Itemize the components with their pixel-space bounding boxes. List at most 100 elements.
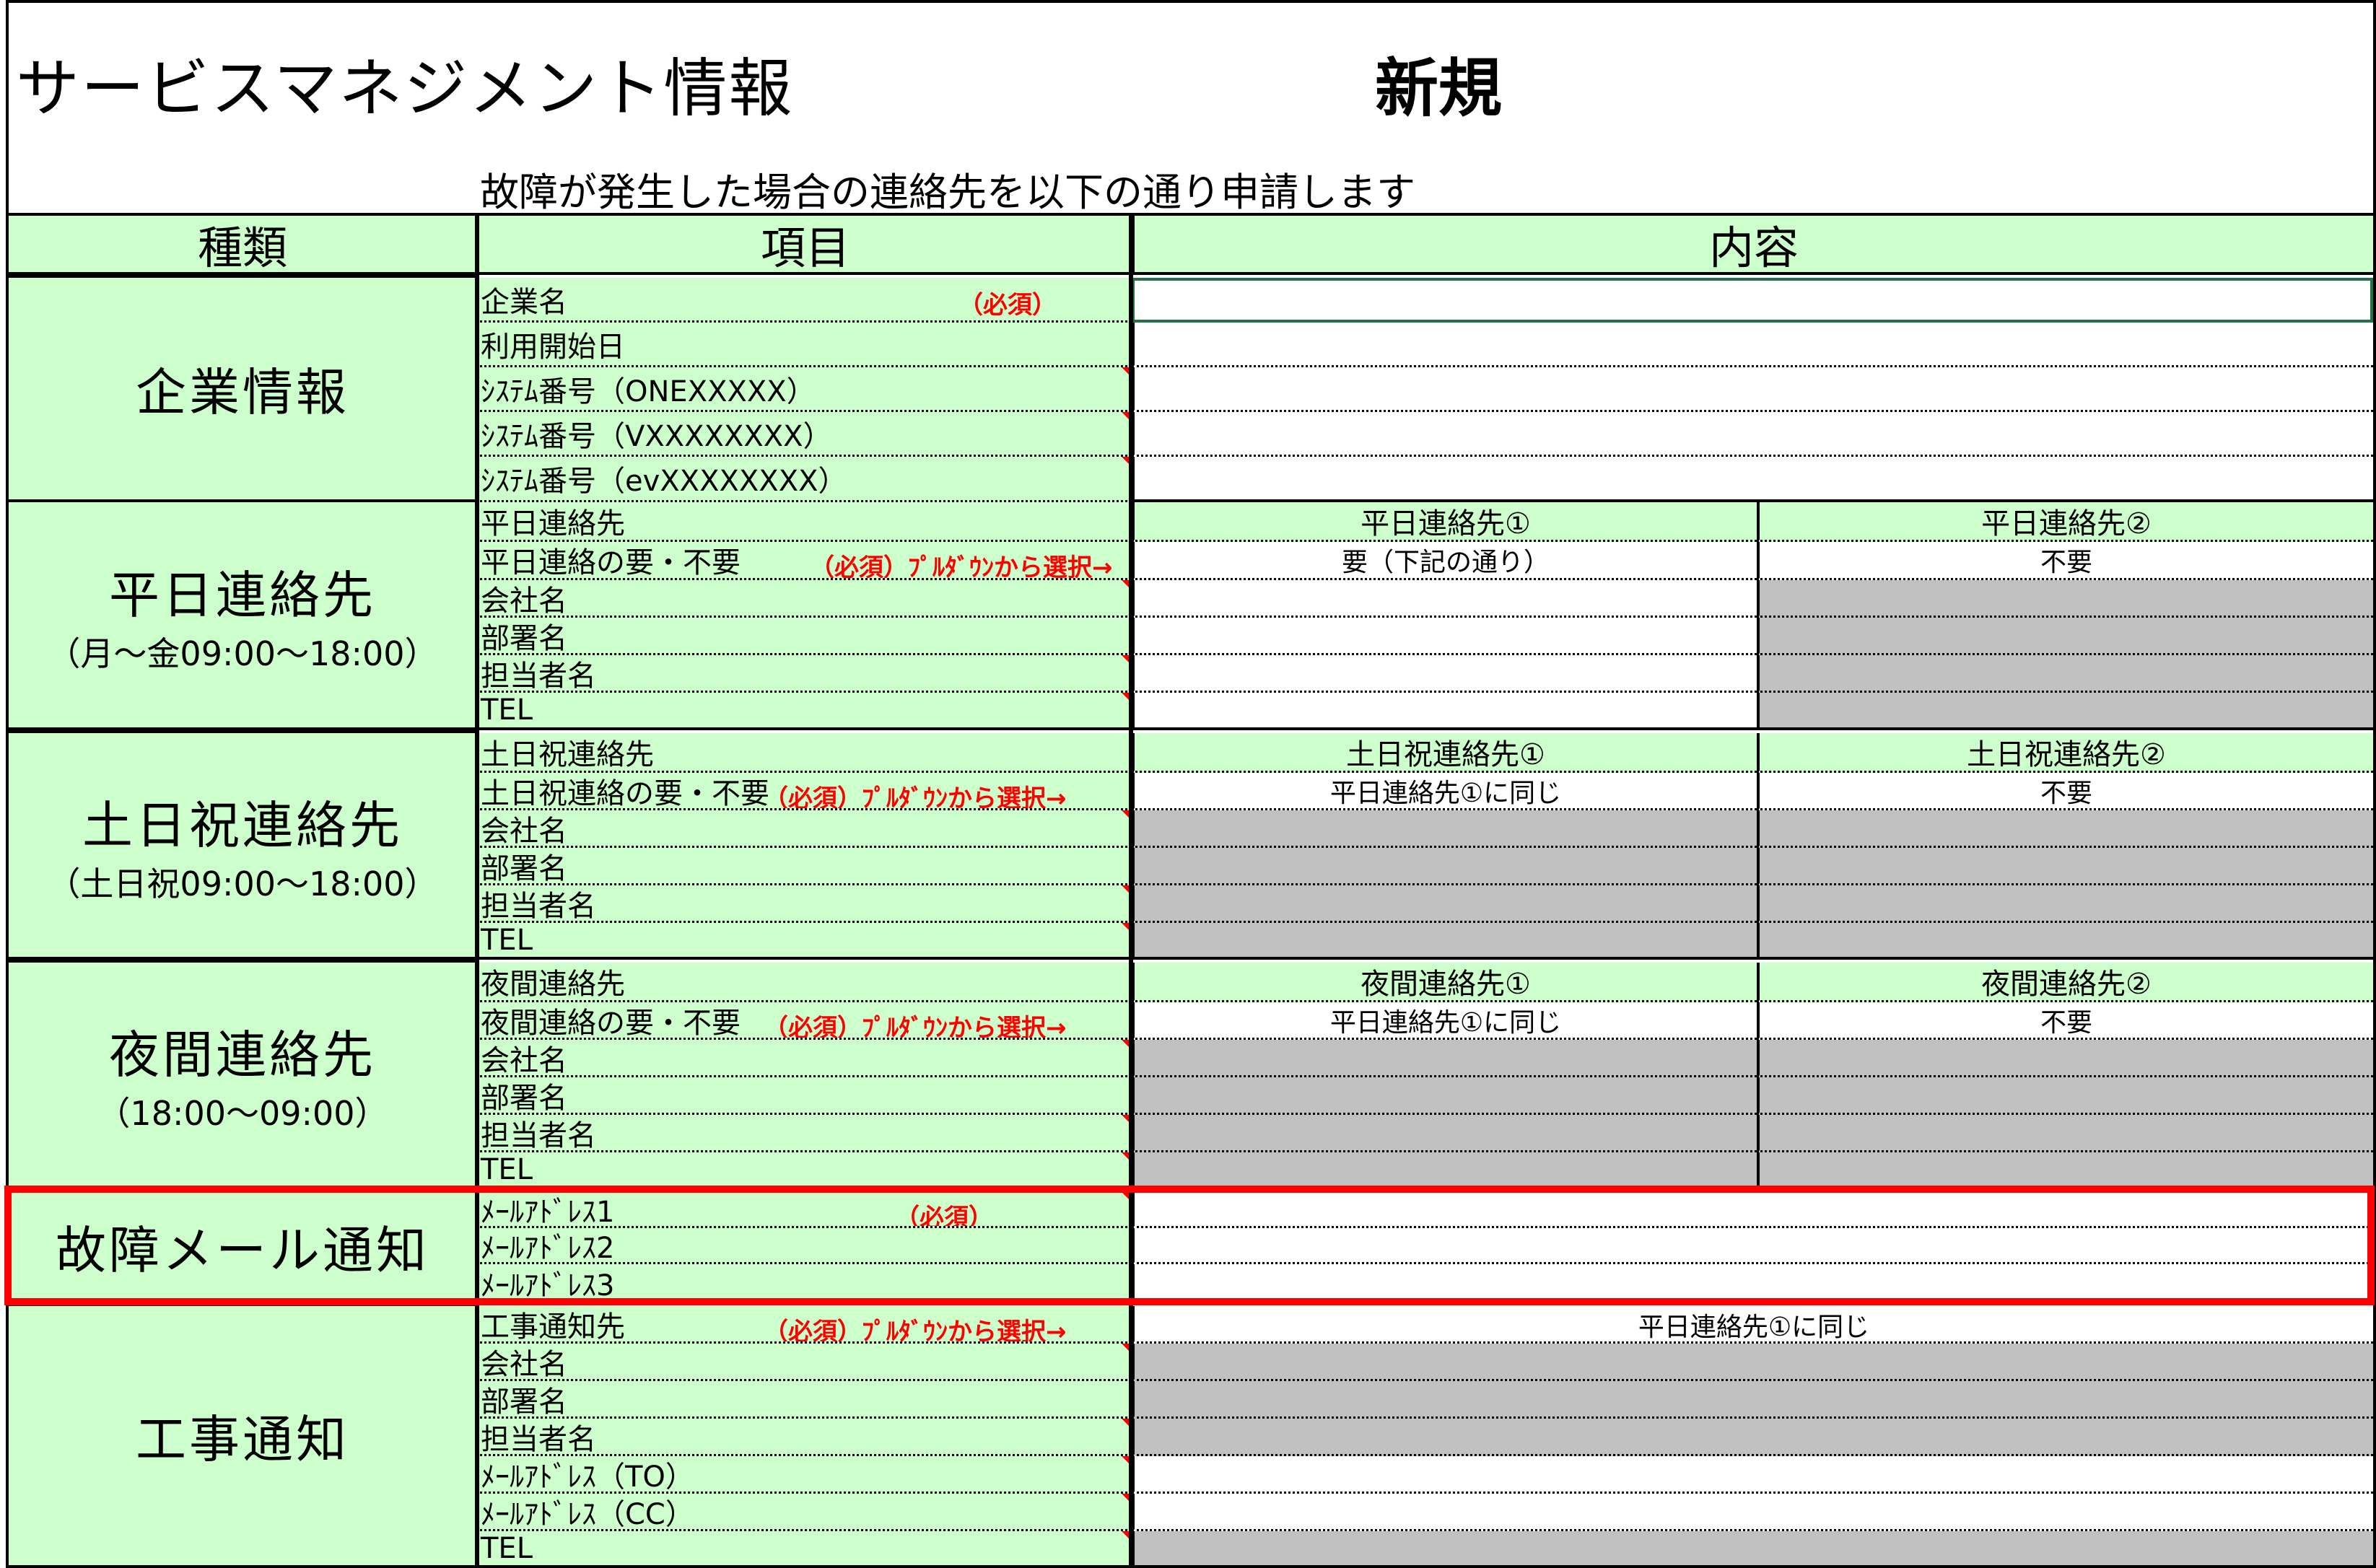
row-label: 担当者名 <box>476 1115 1132 1152</box>
disabled-cell <box>1132 1152 1757 1189</box>
row-label: TEL <box>476 1152 1132 1189</box>
category-construction: 工事通知 <box>6 1303 479 1568</box>
category-label: 平日連絡先 <box>109 565 376 625</box>
row-label: 会社名 <box>481 584 567 618</box>
disabled-cell <box>1132 810 1757 848</box>
row-label: 平日連絡先 <box>481 507 625 540</box>
header-type: 種類 <box>6 213 479 275</box>
row-label: 土日祝連絡の要・不要 <box>481 776 769 810</box>
input-start-date[interactable] <box>1132 323 2373 367</box>
row-label: TEL <box>481 1153 533 1186</box>
row-label: TEL <box>476 923 1132 960</box>
input-weekday-tel[interactable] <box>1132 693 1757 730</box>
col-header-night-1: 夜間連絡先① <box>1132 963 1757 1002</box>
row-label: ﾒｰﾙｱﾄﾞﾚｽ（CC） <box>476 1494 1132 1531</box>
category-holiday: 土日祝連絡先 （土日祝09:00～18:00） <box>6 730 479 960</box>
dropdown-note: （必須）ﾌﾟﾙﾀﾞｳﾝから選択→ <box>764 1014 1067 1040</box>
row-label: ﾒｰﾙｱﾄﾞﾚｽ（TO） <box>481 1460 694 1494</box>
row-label: TEL <box>476 1531 1132 1568</box>
input-weekday-person[interactable] <box>1132 655 1757 693</box>
input-company-name[interactable] <box>1132 278 2373 323</box>
row-label: 部署名 <box>476 1381 1132 1419</box>
input-weekday-company[interactable] <box>1132 580 1757 618</box>
row-label: 部署名 <box>476 848 1132 885</box>
required-mark: （必須） <box>958 291 1057 320</box>
row-label: 夜間連絡の要・不要 （必須）ﾌﾟﾙﾀﾞｳﾝから選択→ <box>476 1002 1132 1040</box>
row-label: 会社名 <box>476 810 1132 848</box>
row-label-system-ev: ｼｽﾃﾑ番号（evXXXXXXXX） <box>476 457 1132 502</box>
select-weekday-2[interactable]: 不要 <box>1757 542 2373 580</box>
row-label: 担当者名 <box>481 1118 596 1152</box>
col-header-holiday-1: 土日祝連絡先① <box>1132 733 1757 773</box>
disabled-cell <box>1132 1077 1757 1115</box>
row-label: 夜間連絡先 <box>481 968 625 1001</box>
row-label: 工事通知先 <box>481 1310 625 1344</box>
category-label: 夜間連絡先 <box>109 1025 376 1085</box>
row-label-system-one: ｼｽﾃﾑ番号（ONEXXXXX） <box>476 367 1132 412</box>
row-label: 企業名 <box>481 285 567 319</box>
header-item: 項目 <box>476 213 1135 275</box>
status-label: 新規 <box>1375 51 1503 126</box>
disabled-cell <box>1132 1531 2373 1568</box>
input-weekday-dept[interactable] <box>1132 618 1757 655</box>
input-system-one[interactable] <box>1132 367 2373 412</box>
highlight-box <box>4 1186 2375 1305</box>
row-label: 担当者名 <box>476 1419 1132 1456</box>
row-label: 会社名 <box>476 1040 1132 1077</box>
row-label: 部署名 <box>481 621 567 655</box>
row-label: 会社名 <box>481 1043 567 1077</box>
row-label: 部署名 <box>481 1081 567 1115</box>
dropdown-note: （必須）ﾌﾟﾙﾀﾞｳﾝから選択→ <box>764 784 1067 810</box>
disabled-cell <box>1132 1040 1757 1077</box>
row-label: 会社名 <box>481 814 567 848</box>
row-label: ｼｽﾃﾑ番号（ONEXXXXX） <box>481 375 816 408</box>
category-night: 夜間連絡先 （18:00～09:00） <box>6 960 479 1189</box>
row-label: 担当者名 <box>481 659 596 693</box>
disabled-cell <box>1757 580 2373 618</box>
row-label: 利用開始日 <box>481 330 625 364</box>
select-night-2[interactable]: 不要 <box>1757 1002 2373 1040</box>
row-label: 担当者名 <box>476 655 1132 693</box>
disabled-cell <box>1757 810 2373 848</box>
input-system-ev[interactable] <box>1132 457 2373 502</box>
input-system-v[interactable] <box>1132 412 2373 457</box>
row-label: 平日連絡先 <box>476 502 1132 542</box>
category-sub: （土日祝09:00～18:00） <box>47 864 438 903</box>
row-label: 工事通知先 （必須）ﾌﾟﾙﾀﾞｳﾝから選択→ <box>476 1306 1132 1344</box>
row-label: 担当者名 <box>481 889 596 923</box>
col-header-weekday-1: 平日連絡先① <box>1132 502 1757 542</box>
disabled-cell <box>1757 693 2373 730</box>
disabled-cell <box>1757 923 2373 960</box>
input-construction-mail-cc[interactable] <box>1132 1494 2373 1531</box>
select-holiday-2[interactable]: 不要 <box>1757 773 2373 810</box>
row-label: 担当者名 <box>476 885 1132 923</box>
select-holiday-1[interactable]: 平日連絡先①に同じ <box>1132 773 1757 810</box>
row-label-start-date: 利用開始日 <box>476 323 1132 367</box>
select-weekday-1[interactable]: 要（下記の通り） <box>1132 542 1757 580</box>
select-construction[interactable]: 平日連絡先①に同じ <box>1132 1306 2373 1344</box>
row-label: 土日祝連絡先 <box>481 738 654 771</box>
row-label: TEL <box>481 1531 533 1565</box>
disabled-cell <box>1757 885 2373 923</box>
col-header-holiday-2: 土日祝連絡先② <box>1757 733 2373 773</box>
disabled-cell <box>1132 848 1757 885</box>
input-construction-mail-to[interactable] <box>1132 1456 2373 1494</box>
select-night-1[interactable]: 平日連絡先①に同じ <box>1132 1002 1757 1040</box>
row-label: 部署名 <box>481 851 567 885</box>
row-label: 担当者名 <box>481 1422 596 1456</box>
row-label: 夜間連絡の要・不要 <box>481 1006 741 1040</box>
disabled-cell <box>1757 655 2373 693</box>
column-divider <box>1129 213 1133 1568</box>
row-label: 平日連絡の要・不要 <box>481 546 741 579</box>
page-title: サービスマネジメント情報 <box>16 51 794 126</box>
row-label: 土日祝連絡の要・不要 （必須）ﾌﾟﾙﾀﾞｳﾝから選択→ <box>476 773 1132 810</box>
row-label: 部署名 <box>476 1077 1132 1115</box>
row-label: TEL <box>476 693 1132 730</box>
category-label: 企業情報 <box>136 363 349 422</box>
col-header-weekday-2: 平日連絡先② <box>1757 502 2373 542</box>
row-label: ﾒｰﾙｱﾄﾞﾚｽ（TO） <box>476 1456 1132 1494</box>
row-label: ｼｽﾃﾑ番号（VXXXXXXXX） <box>481 419 832 453</box>
dropdown-note: （必須）ﾌﾟﾙﾀﾞｳﾝから選択→ <box>764 1318 1067 1344</box>
disabled-cell <box>1757 1115 2373 1152</box>
category-sub: （月～金09:00～18:00） <box>47 634 438 673</box>
